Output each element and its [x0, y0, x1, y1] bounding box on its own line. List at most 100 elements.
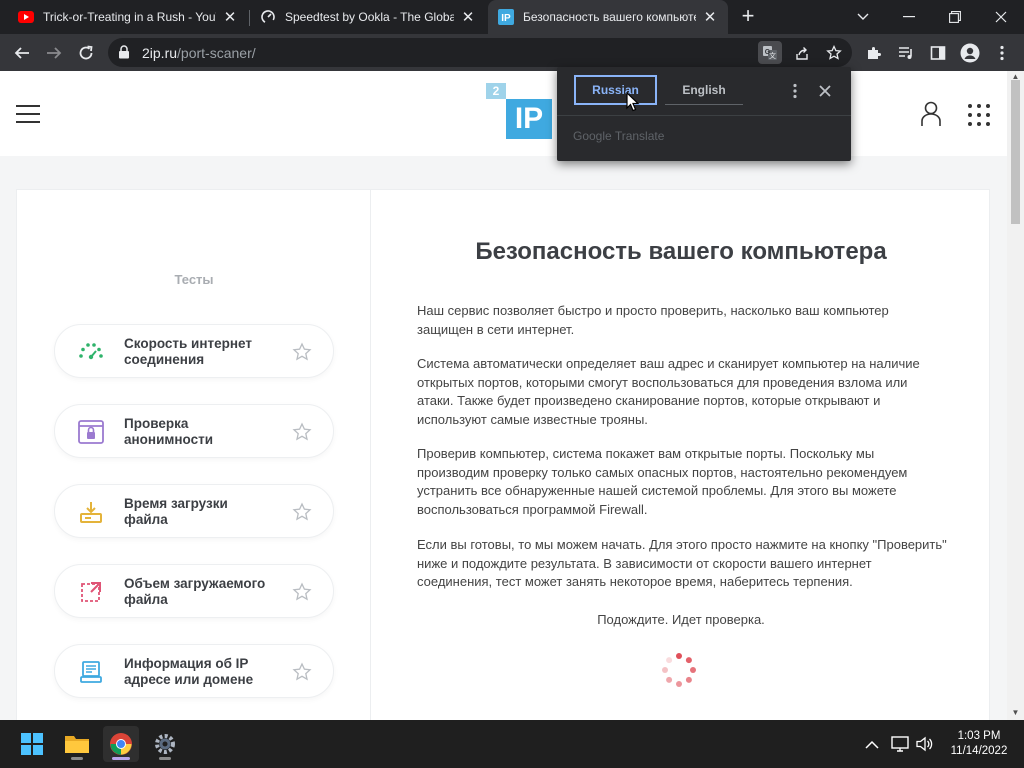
close-window-button[interactable] [978, 0, 1024, 34]
scroll-down-arrow-icon[interactable]: ▼ [1011, 709, 1020, 717]
logo-small: 2 [486, 83, 506, 99]
tab-title: Speedtest by Ookla - The Global [285, 10, 454, 24]
url-text: 2ip.ru/port-scaner/ [142, 45, 256, 61]
translate-close-icon[interactable] [815, 81, 835, 101]
favorite-star-icon[interactable] [292, 662, 312, 682]
tab-speedtest[interactable]: Speedtest by Ookla - The Global ✕ [250, 0, 486, 34]
main-content: Безопасность вашего компьютера Наш серви… [371, 190, 991, 720]
instructions-paragraph: Если вы готовы, то мы можем начать. Для … [417, 537, 947, 589]
web-page: 2 IP Тесты Скорость интернет соединения [0, 71, 1007, 720]
translate-target-language-tab[interactable]: English [665, 75, 743, 105]
translate-more-options-icon[interactable] [785, 81, 805, 101]
restore-button[interactable] [932, 0, 978, 34]
translate-popup: Russian English Google Translate [557, 67, 851, 161]
tray-overflow-chevron-icon[interactable] [862, 734, 882, 754]
download-icon [77, 498, 105, 526]
running-indicator [112, 757, 130, 760]
main-card: Тесты Скорость интернет соединения Прове… [16, 189, 990, 720]
apps-grid-icon[interactable] [968, 104, 990, 126]
folder-icon [65, 736, 89, 753]
speedometer-icon [77, 338, 105, 366]
speedtest-icon [260, 9, 276, 25]
share-icon[interactable] [790, 41, 814, 64]
forward-button[interactable] [40, 39, 68, 67]
2ip-icon: IP [498, 9, 514, 25]
taskbar-clock[interactable]: 1:03 PM 11/14/2022 [944, 729, 1014, 759]
sidebar-item-file-size[interactable]: Объем загружаемого файла [54, 564, 334, 618]
settings-taskbar-button[interactable] [147, 726, 183, 762]
translate-source-language-tab[interactable]: Russian [574, 75, 657, 105]
anonymity-lock-icon [77, 418, 105, 446]
menu-hamburger-icon[interactable] [16, 105, 40, 123]
favorite-star-icon[interactable] [292, 422, 312, 442]
tab-title: Безопасность вашего компьюте [523, 10, 696, 24]
minimize-button[interactable] [886, 0, 932, 34]
google-translate-brand: Google Translate [573, 129, 665, 143]
file-explorer-button[interactable] [59, 726, 95, 762]
file-size-icon [77, 578, 105, 606]
chrome-taskbar-button[interactable] [103, 726, 139, 762]
address-bar[interactable]: 2ip.ru/port-scaner/ G文 [108, 38, 852, 67]
site-logo[interactable]: 2 IP [486, 83, 552, 139]
extensions-icon[interactable] [860, 39, 888, 67]
start-button[interactable] [14, 726, 50, 762]
page-title: Безопасность вашего компьютера [475, 238, 887, 265]
clock-time: 1:03 PM [957, 730, 1001, 742]
tests-sidebar: Тесты Скорость интернет соединения Прове… [17, 190, 371, 720]
back-button[interactable] [8, 39, 36, 67]
side-panel-icon[interactable] [924, 39, 952, 67]
network-icon[interactable] [890, 734, 910, 754]
tab-youtube[interactable]: Trick-or-Treating in a Rush - YouT ✕ [8, 0, 248, 34]
profile-avatar-icon[interactable] [956, 39, 984, 67]
tab-search-icon[interactable] [840, 0, 886, 34]
youtube-icon [18, 9, 34, 25]
svg-text:文: 文 [769, 51, 776, 60]
scroll-up-arrow-icon[interactable]: ▲ [1011, 73, 1020, 81]
volume-icon[interactable] [915, 734, 935, 754]
scrollbar-thumb[interactable] [1011, 80, 1020, 224]
page-scrollbar[interactable]: ▲ ▼ [1007, 71, 1024, 720]
user-account-icon[interactable] [920, 101, 942, 132]
sidebar-item-anonymity[interactable]: Проверка анонимности [54, 404, 334, 458]
media-queue-icon[interactable] [892, 39, 920, 67]
logo-big: IP [506, 99, 552, 139]
site-header: 2 IP [0, 71, 1007, 156]
loading-spinner-icon [662, 653, 696, 687]
status-text: Подождите. Идет проверка. [597, 612, 765, 627]
url-host: 2ip.ru [142, 45, 178, 61]
sidebar-item-download-time[interactable]: Время загрузки файла [54, 484, 334, 538]
lock-icon[interactable] [118, 45, 130, 64]
browser-toolbar: 2ip.ru/port-scaner/ G文 [0, 34, 1024, 71]
tab-strip: Trick-or-Treating in a Rush - YouT ✕ Spe… [0, 0, 1024, 34]
close-tab-icon[interactable]: ✕ [222, 9, 238, 26]
mouse-cursor-icon [626, 92, 640, 112]
divider [557, 115, 851, 116]
sidebar-item-label: Объем загружаемого файла [124, 576, 266, 607]
reload-button[interactable] [72, 39, 100, 67]
running-indicator [159, 757, 171, 760]
sidebar-item-label: Скорость интернет соединения [124, 336, 252, 367]
close-tab-icon[interactable]: ✕ [460, 9, 476, 26]
favorite-star-icon[interactable] [292, 342, 312, 362]
close-tab-icon[interactable]: ✕ [702, 9, 718, 26]
sidebar-heading: Тесты [174, 272, 214, 287]
results-paragraph: Проверив компьютер, система покажет вам … [417, 446, 908, 517]
ip-info-icon [77, 658, 105, 686]
tab-title: Trick-or-Treating in a Rush - YouT [43, 10, 216, 24]
windows-taskbar: 1:03 PM 11/14/2022 [0, 720, 1024, 768]
tab-2ip-active[interactable]: IP Безопасность вашего компьюте ✕ [488, 0, 728, 34]
sidebar-item-label: Время загрузки файла [124, 496, 228, 527]
new-tab-button[interactable]: + [737, 5, 759, 28]
translate-icon[interactable]: G文 [758, 41, 782, 64]
clock-date: 11/14/2022 [950, 745, 1008, 757]
bookmark-star-icon[interactable] [822, 41, 846, 64]
chrome-menu-icon[interactable] [988, 39, 1016, 67]
chrome-icon [110, 733, 132, 755]
sidebar-item-label: Информация об IP адресе или домене [124, 656, 254, 687]
scan-description-paragraph: Система автоматически определяет ваш адр… [417, 356, 920, 427]
sidebar-item-speed[interactable]: Скорость интернет соединения [54, 324, 334, 378]
settings-gear-icon [155, 734, 175, 754]
favorite-star-icon[interactable] [292, 502, 312, 522]
sidebar-item-ip-info[interactable]: Информация об IP адресе или домене [54, 644, 334, 698]
favorite-star-icon[interactable] [292, 582, 312, 602]
